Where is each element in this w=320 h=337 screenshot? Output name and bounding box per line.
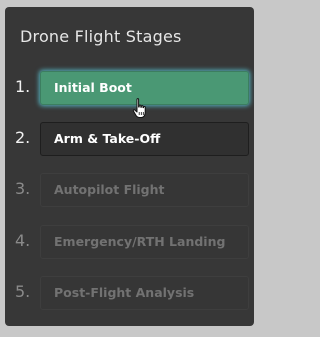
stage-row-5: 5. Post-Flight Analysis [5,276,254,310]
stage-button-arm-take-off[interactable]: Arm & Take-Off [40,122,249,156]
stage-number: 5. [15,282,31,301]
stage-button-autopilot-flight: Autopilot Flight [40,173,249,207]
stages-panel: Drone Flight Stages 1. Initial Boot 2. A… [5,7,254,326]
stage-row-2: 2. Arm & Take-Off [5,122,254,156]
stage-number: 2. [15,128,31,147]
panel-title: Drone Flight Stages [20,27,182,46]
stage-number: 4. [15,231,31,250]
stage-button-post-flight-analysis: Post-Flight Analysis [40,276,249,310]
stage-button-initial-boot[interactable]: Initial Boot [40,71,249,105]
stage-number: 1. [15,77,31,96]
stage-row-1: 1. Initial Boot [5,71,254,105]
stage-row-4: 4. Emergency/RTH Landing [5,225,254,259]
stage-button-emergency-rth-landing: Emergency/RTH Landing [40,225,249,259]
stage-number: 3. [15,179,31,198]
stage-row-3: 3. Autopilot Flight [5,173,254,207]
